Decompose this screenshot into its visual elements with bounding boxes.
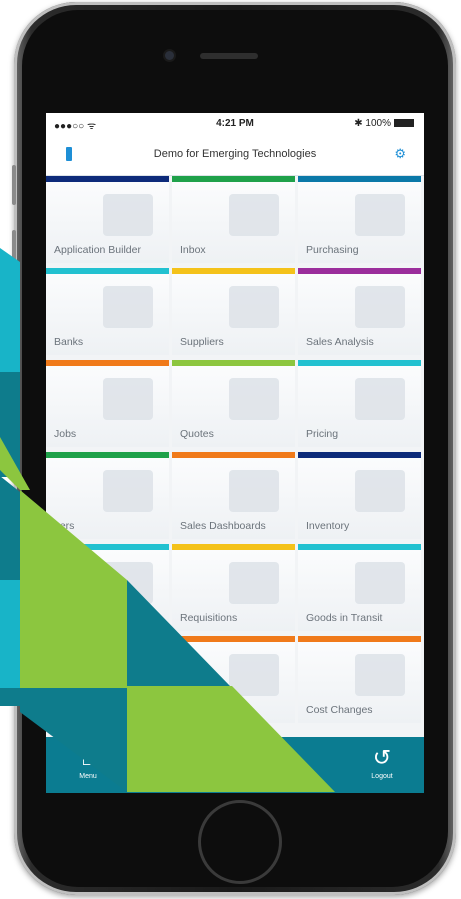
teal-block-4	[20, 688, 127, 792]
green-triangle-2	[232, 686, 335, 792]
green-triangle-1	[20, 490, 127, 580]
green-square-2	[127, 686, 232, 792]
cyan-strip-top	[0, 248, 20, 372]
decorative-triangles	[0, 248, 335, 792]
green-square-1	[20, 580, 127, 688]
cyan-block	[0, 580, 20, 688]
teal-block-2	[0, 476, 20, 580]
teal-block-3	[0, 688, 20, 706]
teal-triangle-1	[127, 580, 230, 686]
